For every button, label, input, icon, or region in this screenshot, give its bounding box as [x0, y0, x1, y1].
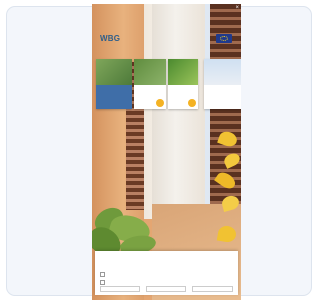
tile-image [204, 59, 241, 85]
cookie-banner [95, 251, 238, 295]
tile-4[interactable] [204, 59, 241, 109]
tile-badge-icon [156, 99, 164, 107]
cookie-button-1[interactable] [100, 286, 140, 292]
cookie-checkbox[interactable] [100, 272, 105, 277]
tile-badge-icon [188, 99, 196, 107]
site-header: WBG [100, 30, 238, 48]
cookie-option-row[interactable] [100, 271, 233, 277]
cookie-buttons [100, 286, 233, 292]
tile-image [168, 59, 198, 85]
site-logo[interactable]: WBG [100, 34, 120, 43]
tile-1[interactable] [96, 59, 132, 109]
tile-2[interactable] [134, 59, 166, 109]
tile-image [96, 59, 132, 85]
tile-3[interactable] [168, 59, 198, 109]
cookie-button-3[interactable] [192, 286, 233, 292]
cookie-button-2[interactable] [146, 286, 186, 292]
website-preview[interactable]: WBG × [92, 4, 241, 300]
eu-stars [220, 36, 228, 41]
tile-image [134, 59, 166, 85]
eu-flag-icon [216, 34, 232, 43]
cookie-text [100, 256, 233, 264]
cookie-option-row[interactable] [100, 279, 233, 285]
close-icon[interactable]: × [235, 5, 239, 11]
feature-tiles [96, 59, 241, 111]
cookie-checkbox[interactable] [100, 280, 105, 285]
